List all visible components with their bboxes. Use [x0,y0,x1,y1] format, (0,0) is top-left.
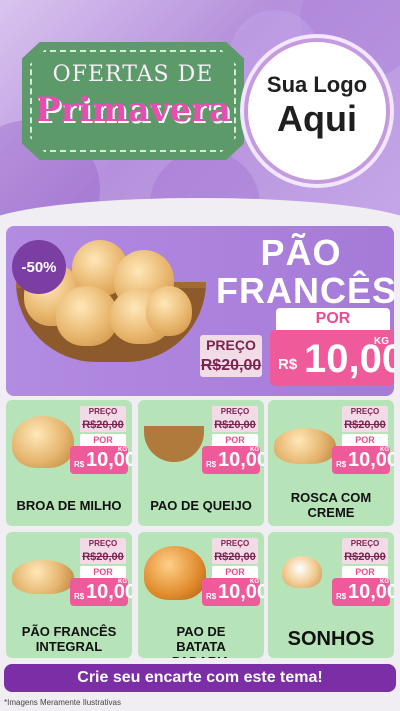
old-price: R$20,00 [342,550,388,564]
product-card[interactable]: PREÇO R$20,00 POR R$ 10,00 KG PAO DE BAT… [138,532,264,658]
old-price: R$20,00 [80,550,126,564]
sonhos-image [282,556,322,588]
por-label: POR [342,434,388,446]
product-name: PÃO FRANCÊS INTEGRAL [21,624,117,654]
bread-roll-image [56,286,118,346]
product-name: PAO DE BATATA PADARIA [172,624,230,658]
currency-symbol: R$ [278,356,298,373]
product-card[interactable]: PREÇO R$20,00 POR R$ 10,00 KG BROA DE MI… [6,400,132,526]
old-price: R$20,00 [80,418,126,432]
hero-title-line2: FRANCÊS [216,270,394,311]
price-tag: R$ 10,00 KG [70,578,132,606]
preco-label: PREÇO [200,335,262,355]
unit-label: KG [118,579,127,585]
product-card[interactable]: PREÇO R$20,00 POR R$ 10,00 KG SONHOS [268,532,394,658]
pao-de-batata-image [144,546,206,600]
currency-symbol: R$ [206,592,217,601]
price-tag: R$ 10,00 KG [270,330,394,386]
currency-symbol: R$ [336,592,347,601]
unit-label: KG [374,336,389,347]
por-label: POR [80,434,126,446]
currency-symbol: R$ [206,460,217,469]
price-tag: R$ 10,00 KG [70,446,132,474]
product-card[interactable]: PREÇO R$20,00 POR R$ 10,00 KG PAO DE QUE… [138,400,264,526]
preco-label: PREÇO [212,538,258,550]
disclaimer-text: *Imagens Meramente Ilustrativas [4,698,121,707]
logo-text-line1: Sua Logo [266,72,368,97]
pao-de-queijo-image [144,426,204,462]
pao-integral-image [12,560,74,594]
old-price: R$20,00 [212,418,258,432]
product-name: ROSCA COM CREME [290,490,372,520]
product-card[interactable]: PREÇO R$20,00 POR R$ 10,00 KG PÃO FRANCÊ… [6,532,132,658]
product-name: SONHOS [287,628,375,650]
price-tag: R$ 10,00 KG [202,578,264,606]
currency-symbol: R$ [74,460,85,469]
por-label: POR [342,566,388,578]
price-tag: R$ 10,00 KG [332,446,394,474]
bread-roll-image [146,286,192,336]
featured-product-card[interactable]: -50% PÃO FRANCÊS POR PREÇO R$20,00 R$ 10… [6,226,394,396]
create-flyer-button[interactable]: Crie seu encarte com este tema! [4,664,396,692]
por-label: POR [276,308,390,330]
unit-label: KG [380,579,389,585]
old-price: R$20,00 [342,418,388,432]
broa-image [12,416,74,468]
sign-subtitle: Primavera [35,90,231,130]
old-price: R$20,00 [200,355,262,377]
unit-label: KG [118,447,127,453]
old-price: R$20,00 [212,550,258,564]
product-name: PAO DE QUEIJO [150,498,252,513]
sign-title: OFERTAS DE [52,62,214,87]
currency-symbol: R$ [74,592,85,601]
preco-label: PREÇO [342,406,388,418]
discount-badge: -50% [12,240,66,294]
rosca-image [274,428,336,464]
price-tag: R$ 10,00 KG [332,578,394,606]
preco-label: PREÇO [342,538,388,550]
preco-label: PREÇO [212,406,258,418]
por-label: POR [212,566,258,578]
logo-text-line2: Aqui [277,98,357,139]
unit-label: KG [250,447,259,453]
hero-title: PÃO FRANCÊS [216,232,394,311]
por-label: POR [80,566,126,578]
currency-symbol: R$ [336,460,347,469]
preco-label: PREÇO [80,538,126,550]
unit-label: KG [380,447,389,453]
preco-label: PREÇO [80,406,126,418]
unit-label: KG [250,579,259,585]
price-tag: R$ 10,00 KG [202,446,264,474]
product-name: BROA DE MILHO [16,498,122,513]
product-card[interactable]: PREÇO R$20,00 POR R$ 10,00 KG ROSCA COM … [268,400,394,526]
por-label: POR [212,434,258,446]
hero-title-line1: PÃO [260,232,342,273]
